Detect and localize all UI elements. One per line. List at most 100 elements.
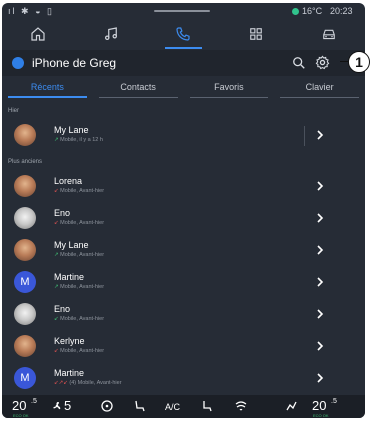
contact-avatar [14,175,36,197]
left-temperature-decimal: .5 [31,398,37,405]
chevron-right-icon[interactable] [314,179,326,193]
call-detail-text: (4) Mobile, Avant-hier [69,380,122,386]
left-temperature[interactable]: 20 [12,398,26,413]
contact-avatar [14,303,36,325]
nav-music[interactable] [75,19,148,49]
phone-tabs: Récents Contacts Favoris Clavier [2,80,365,98]
contact-name: My Lane [54,240,89,250]
gear-icon[interactable] [315,55,330,70]
missed-call-icon: ↙↗↙ [54,380,70,386]
call-row[interactable]: Eno ↙ Mobile, Avant-hier [2,299,365,331]
nav-phone[interactable] [147,19,220,49]
chevron-right-icon[interactable] [314,211,326,225]
chevron-right-icon[interactable] [314,275,326,289]
contact-avatar: M [14,271,36,293]
callout-line [340,61,348,62]
right-eco-label: ECO OK [313,413,329,418]
apps-grid-icon [250,28,262,40]
phone-status-icon: ▯ [47,6,54,16]
search-icon[interactable] [292,56,306,70]
tab-recents[interactable]: Récents [2,80,93,98]
call-detail-text: Mobile, Avant-hier [60,284,105,290]
call-detail: ↙ Mobile, Avant-hier [54,316,104,322]
home-icon [31,27,45,41]
row-divider [304,126,305,146]
infotainment-screen: ıl ✱ ◒ ▯ 16°C 20:23 iPhone de Greg Récen… [2,3,365,418]
call-detail-text: Mobile, il y a 12 h [60,137,103,143]
call-detail: ↗ Mobile, Avant-hier [54,252,104,258]
call-detail: ↗ Mobile, Avant-hier [54,284,104,290]
chevron-right-icon[interactable] [314,128,326,142]
right-temperature-decimal: .5 [331,398,337,405]
contact-name: Lorena [54,176,83,186]
phone-icon [176,27,191,41]
call-row[interactable]: My Lane ↗ Mobile, Avant-hier [2,235,365,267]
wifi-icon: ◒ [35,6,43,16]
outside-temp-indicator [292,8,299,15]
ac-button[interactable]: A/C [165,402,180,412]
call-detail: ↙ Mobile, Avant-hier [54,188,104,194]
fan-icon[interactable] [50,400,64,412]
chevron-right-icon[interactable] [314,339,326,353]
chevron-right-icon[interactable] [314,307,326,321]
section-header-older: Plus anciens [8,159,43,165]
contact-name: Martine [54,272,85,282]
phone-title: iPhone de Greg [32,56,117,70]
chevron-right-icon[interactable] [314,243,326,257]
call-row[interactable]: My Lane ↗ Mobile, il y a 12 h [2,120,365,152]
call-row[interactable]: Kerlyne ↙ Mobile, Avant-hier [2,331,365,363]
call-detail: ↙↗↙ (4) Mobile, Avant-hier [54,380,122,386]
seat-heat-right-icon[interactable] [200,400,214,412]
call-detail-text: Mobile, Avant-hier [60,348,105,354]
status-icons: ıl ✱ ◒ ▯ [8,6,54,17]
call-detail: ↗ Mobile, il y a 12 h [54,137,103,143]
section-header-yesterday: Hier [8,108,20,114]
clock: 20:23 [330,6,353,16]
tab-contacts[interactable]: Contacts [93,80,184,98]
contact-name: Eno [54,304,71,314]
rear-defrost-icon[interactable] [234,400,248,412]
phone-header: iPhone de Greg [2,50,365,76]
call-detail: ↙ Mobile, Avant-hier [54,220,104,226]
tab-keypad[interactable]: Clavier [274,80,365,98]
seat-heat-left-icon[interactable] [132,400,146,412]
call-detail: ↙ Mobile, Avant-hier [54,348,104,354]
call-row[interactable]: M Martine ↙↗↙ (4) Mobile, Avant-hier [2,363,365,395]
tab-favorites[interactable]: Favoris [184,80,275,98]
call-row[interactable]: Eno ↙ Mobile, Avant-hier [2,203,365,235]
contact-avatar [14,124,36,146]
call-row[interactable]: Lorena ↙ Mobile, Avant-hier [2,171,365,203]
contact-avatar [14,335,36,357]
nav-car[interactable] [292,19,365,49]
call-detail-text: Mobile, Avant-hier [60,316,105,322]
call-detail-text: Mobile, Avant-hier [60,188,105,194]
climate-bar: 20 .5 ECO OK 5 A/C 20 .5 ECO OK [2,395,365,418]
music-icon [104,27,117,41]
contact-avatar: M [14,367,36,389]
nav-home[interactable] [2,19,75,49]
phone-badge-icon [12,57,24,69]
nav-apps[interactable] [220,19,293,49]
left-eco-label: ECO OK [13,413,29,418]
fan-speed: 5 [64,398,72,413]
signal-icon: ıl [8,6,17,16]
contact-name: My Lane [54,125,89,135]
contact-name: Martine [54,368,85,378]
call-row[interactable]: M Martine ↗ Mobile, Avant-hier [2,267,365,299]
status-bar: ıl ✱ ◒ ▯ 16°C 20:23 [2,3,365,19]
car-icon [322,29,335,40]
contact-avatar [14,239,36,261]
contact-name: Eno [54,208,71,218]
contact-avatar [14,207,36,229]
outside-temperature: 16°C [302,6,323,16]
airflow-icon[interactable] [284,400,298,412]
bluetooth-icon: ✱ [21,6,31,16]
contact-name: Kerlyne [54,336,85,346]
chevron-right-icon[interactable] [314,371,326,385]
top-navigation [2,19,365,49]
right-temperature[interactable]: 20 [312,398,326,413]
callout-marker: 1 [348,51,370,73]
status-pill-handle[interactable] [154,10,210,12]
heated-steering-icon[interactable] [100,400,114,412]
call-detail-text: Mobile, Avant-hier [60,252,105,258]
